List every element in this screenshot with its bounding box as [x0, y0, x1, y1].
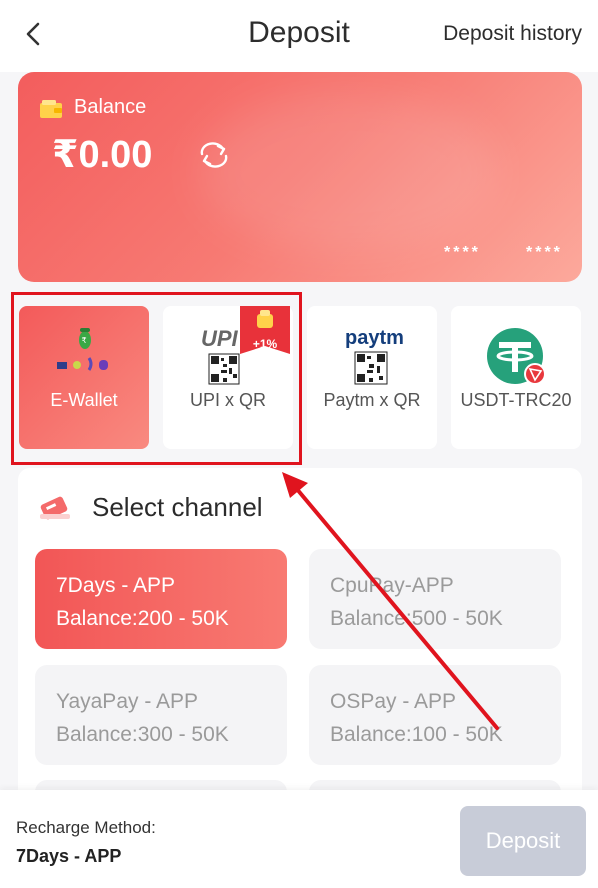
channel-range: Balance:200 - 50K: [56, 607, 229, 630]
channel-option-cpupay[interactable]: CpuPay-APP Balance:500 - 50K: [309, 549, 561, 649]
masked-card-digits: ****: [526, 244, 563, 261]
balance-amount: ₹0.00: [52, 134, 153, 176]
balance-label: Balance: [74, 96, 147, 118]
masked-card-digits: ****: [444, 244, 481, 261]
tab-label: USDT-TRC20: [460, 390, 572, 410]
balance-card: Balance ₹0.00 **** ****: [18, 72, 582, 282]
channel-name: CpuPay-APP: [330, 574, 454, 597]
channel-name: YayaPay - APP: [56, 690, 199, 713]
deposit-button[interactable]: Deposit: [460, 806, 586, 876]
channel-option-yayapay[interactable]: YayaPay - APP Balance:300 - 50K: [35, 665, 287, 765]
recharge-method-label: Recharge Method:: [16, 818, 156, 837]
header: Deposit Deposit history: [0, 0, 598, 72]
tab-paytm-qr[interactable]: paytm Paytm x QR: [307, 306, 437, 449]
card-icon: [40, 496, 70, 520]
channel-option-7days[interactable]: 7Days - APP Balance:200 - 50K: [35, 549, 287, 649]
channel-range: Balance:300 - 50K: [56, 723, 229, 746]
highlight-annotation-box: [11, 292, 302, 465]
channel-name: 7Days - APP: [56, 574, 176, 597]
paytm-logo-text: paytm: [345, 327, 404, 349]
recharge-method-value: 7Days - APP: [16, 846, 122, 866]
wallet-icon: [40, 100, 62, 118]
tab-usdt-trc20[interactable]: USDT-TRC20: [451, 306, 581, 449]
channel-name: OSPay - APP: [330, 690, 457, 713]
paytm-qr-icon: paytm: [345, 327, 404, 385]
channel-option-ospay[interactable]: OSPay - APP Balance:100 - 50K: [309, 665, 561, 765]
tab-label: Paytm x QR: [323, 390, 421, 410]
bottom-bar: Recharge Method: 7Days - APP Deposit: [0, 790, 598, 888]
refresh-icon[interactable]: [196, 140, 232, 170]
tether-icon: [487, 328, 546, 385]
channel-panel: Select channel 7Days - APP Balance:200 -…: [18, 468, 582, 810]
channel-range: Balance:500 - 50K: [330, 607, 503, 630]
channel-range: Balance:100 - 50K: [330, 723, 503, 746]
channel-section-title: Select channel: [92, 492, 263, 522]
deposit-history-link[interactable]: Deposit history: [443, 22, 582, 46]
